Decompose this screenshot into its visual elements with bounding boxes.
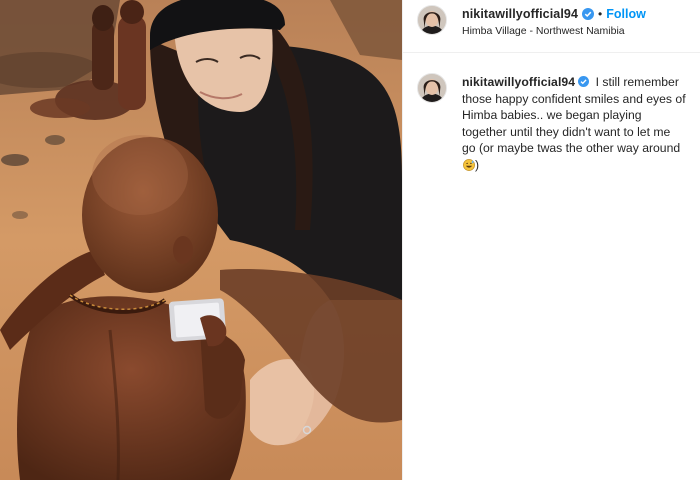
verified-badge-icon	[578, 76, 590, 87]
avatar-image	[418, 6, 446, 34]
caption-username-link[interactable]: nikitawillyofficial94	[462, 75, 575, 89]
caption-avatar[interactable]	[417, 73, 447, 103]
username-link[interactable]: nikitawillyofficial94	[462, 7, 578, 21]
post-sidebar: nikitawillyofficial94 • Follow Himba Vil…	[402, 0, 700, 480]
grinning-sweat-emoji-icon	[463, 158, 475, 171]
separator-dot: •	[598, 7, 603, 21]
header-line: nikitawillyofficial94 • Follow	[462, 6, 692, 22]
location-link[interactable]: Himba Village - Northwest Namibia	[462, 25, 692, 37]
post-media-video[interactable]	[0, 0, 402, 480]
caption-end: )	[475, 157, 480, 172]
verified-badge-icon	[582, 8, 595, 20]
follow-button[interactable]: Follow	[606, 7, 646, 21]
caption-text: nikitawillyofficial94 I still remember t…	[462, 74, 687, 173]
header-avatar[interactable]	[417, 5, 447, 35]
post-photo	[0, 0, 402, 480]
avatar-image	[418, 74, 446, 102]
caption-block: nikitawillyofficial94 I still remember t…	[403, 0, 700, 480]
header-text: nikitawillyofficial94 • Follow Himba Vil…	[462, 6, 692, 37]
post-header: nikitawillyofficial94 • Follow Himba Vil…	[403, 0, 700, 53]
